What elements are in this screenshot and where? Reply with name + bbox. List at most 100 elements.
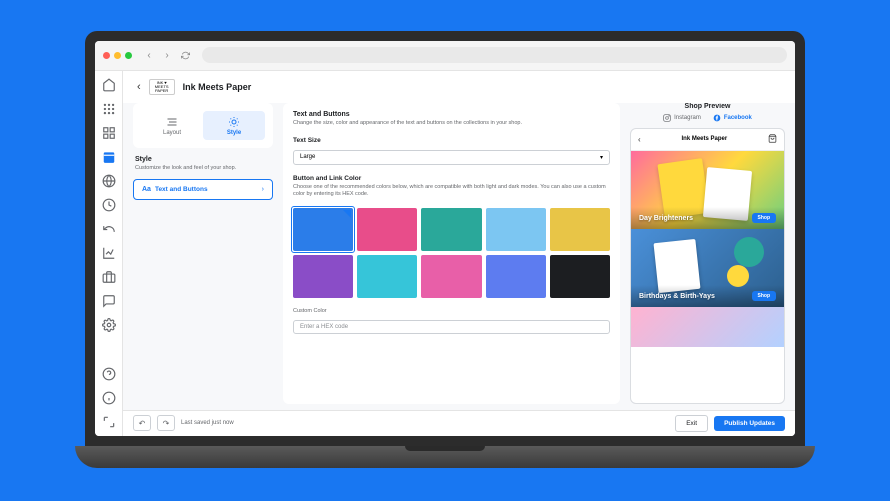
color-swatches: [293, 208, 610, 298]
preview-tab-instagram-label: Instagram: [674, 115, 701, 121]
briefcase-icon[interactable]: [101, 269, 117, 285]
text-size-label: Text Size: [293, 137, 610, 144]
back-button[interactable]: ‹: [137, 81, 141, 93]
laptop-base: [75, 446, 815, 468]
redo-button[interactable]: ↷: [157, 415, 175, 431]
phone-header: ‹ Ink Meets Paper: [631, 129, 784, 151]
clock-icon[interactable]: [101, 197, 117, 213]
color-swatch[interactable]: [550, 255, 610, 298]
exit-button[interactable]: Exit: [675, 415, 708, 432]
globe-icon[interactable]: [101, 173, 117, 189]
screen-bezel: ‹ ›: [85, 31, 805, 446]
color-swatch[interactable]: [357, 255, 417, 298]
content-row: Layout Style Style Customize the look an…: [123, 103, 795, 410]
layout-tab-icon: [166, 115, 178, 127]
color-swatch[interactable]: [293, 255, 353, 298]
close-dot[interactable]: [103, 52, 110, 59]
forward-icon[interactable]: ›: [160, 48, 174, 62]
tab-style-label: Style: [227, 130, 241, 136]
maximize-dot[interactable]: [125, 52, 132, 59]
color-swatch[interactable]: [357, 208, 417, 251]
preview-title: Shop Preview: [630, 103, 785, 110]
text-icon: Aa: [142, 186, 151, 193]
main-area: ‹ INK ♥ MEETS PAPER Ink Meets Paper Layo…: [123, 71, 795, 436]
color-swatch[interactable]: [293, 208, 353, 251]
back-icon[interactable]: ‹: [142, 48, 156, 62]
preview-tabs: Instagram Facebook: [630, 114, 785, 122]
grid-icon[interactable]: [101, 101, 117, 117]
instagram-icon: [663, 114, 671, 122]
preview-tab-instagram[interactable]: Instagram: [663, 114, 701, 122]
text-size-select[interactable]: Large ▾: [293, 150, 610, 165]
style-title: Style: [135, 156, 271, 163]
app-body: ‹ INK ♥ MEETS PAPER Ink Meets Paper Layo…: [95, 71, 795, 436]
preview-tab-facebook[interactable]: Facebook: [713, 114, 752, 122]
card-image: [631, 307, 784, 347]
card-title: Birthdays & Birth-Yays: [639, 293, 715, 301]
help-icon[interactable]: [101, 366, 117, 382]
color-swatch[interactable]: [486, 255, 546, 298]
preview-tab-facebook-label: Facebook: [724, 115, 752, 121]
chat-icon[interactable]: [101, 293, 117, 309]
minimize-dot[interactable]: [114, 52, 121, 59]
style-description: Style Customize the look and feel of you…: [133, 156, 273, 171]
undo-button[interactable]: ↶: [133, 415, 151, 431]
phone-preview: ‹ Ink Meets Paper Day Brighteners: [630, 128, 785, 404]
shop-button[interactable]: Shop: [752, 291, 777, 301]
page-header: ‹ INK ♥ MEETS PAPER Ink Meets Paper: [123, 71, 795, 103]
card-overlay: Day Brighteners Shop: [631, 207, 784, 229]
tab-style[interactable]: Style: [203, 111, 265, 140]
undo-icon[interactable]: [101, 221, 117, 237]
settings-icon[interactable]: [101, 317, 117, 333]
color-swatch[interactable]: [486, 208, 546, 251]
section-desc: Change the size, color and appearance of…: [293, 120, 610, 127]
phone-shop-title: Ink Meets Paper: [681, 136, 727, 142]
card-overlay: Birthdays & Birth-Yays Shop: [631, 285, 784, 307]
left-column: Layout Style Style Customize the look an…: [133, 103, 273, 404]
custom-color-label: Custom Color: [293, 308, 610, 314]
window-controls: [103, 52, 132, 59]
left-sidebar: [95, 71, 123, 436]
cart-icon[interactable]: [768, 134, 777, 145]
chevron-down-icon: ▾: [600, 154, 603, 161]
tab-layout-label: Layout: [163, 130, 181, 136]
text-and-buttons-item[interactable]: Aa Text and Buttons ›: [133, 179, 273, 200]
color-swatch[interactable]: [550, 208, 610, 251]
chevron-right-icon: ›: [262, 186, 264, 193]
mode-tabs: Layout Style: [133, 103, 273, 148]
phone-back-icon[interactable]: ‹: [638, 135, 641, 144]
screen: ‹ ›: [95, 41, 795, 436]
info-icon[interactable]: [101, 390, 117, 406]
color-swatch[interactable]: [421, 255, 481, 298]
browser-chrome: ‹ ›: [95, 41, 795, 71]
text-size-value: Large: [300, 154, 315, 160]
save-status: Last saved just now: [181, 420, 669, 426]
card-title: Day Brighteners: [639, 215, 693, 223]
style-desc: Customize the look and feel of your shop…: [135, 165, 271, 171]
list-item-label: Text and Buttons: [155, 186, 258, 193]
expand-icon[interactable]: [101, 414, 117, 430]
footer-bar: ↶ ↷ Last saved just now Exit Publish Upd…: [123, 410, 795, 436]
layout-icon[interactable]: [101, 125, 117, 141]
collection-card[interactable]: Birthdays & Birth-Yays Shop: [631, 229, 784, 307]
hex-input[interactable]: Enter a HEX code: [293, 320, 610, 334]
calendar-icon[interactable]: [101, 149, 117, 165]
shop-logo: INK ♥ MEETS PAPER: [149, 79, 175, 95]
url-bar[interactable]: [202, 47, 787, 63]
color-swatch[interactable]: [421, 208, 481, 251]
home-icon[interactable]: [101, 77, 117, 93]
facebook-icon: [713, 114, 721, 122]
tab-layout[interactable]: Layout: [141, 111, 203, 140]
laptop-mockup: ‹ ›: [85, 31, 805, 471]
chart-icon[interactable]: [101, 245, 117, 261]
shop-button[interactable]: Shop: [752, 213, 777, 223]
page-title: Ink Meets Paper: [183, 82, 252, 92]
publish-button[interactable]: Publish Updates: [714, 416, 785, 431]
color-label: Button and Link Color: [293, 175, 610, 182]
section-title: Text and Buttons: [293, 111, 610, 118]
refresh-icon[interactable]: [178, 48, 192, 62]
collection-card[interactable]: [631, 307, 784, 347]
collection-card[interactable]: Day Brighteners Shop: [631, 151, 784, 229]
settings-panel: Text and Buttons Change the size, color …: [283, 103, 620, 404]
color-desc: Choose one of the recommended colors bel…: [293, 184, 610, 198]
